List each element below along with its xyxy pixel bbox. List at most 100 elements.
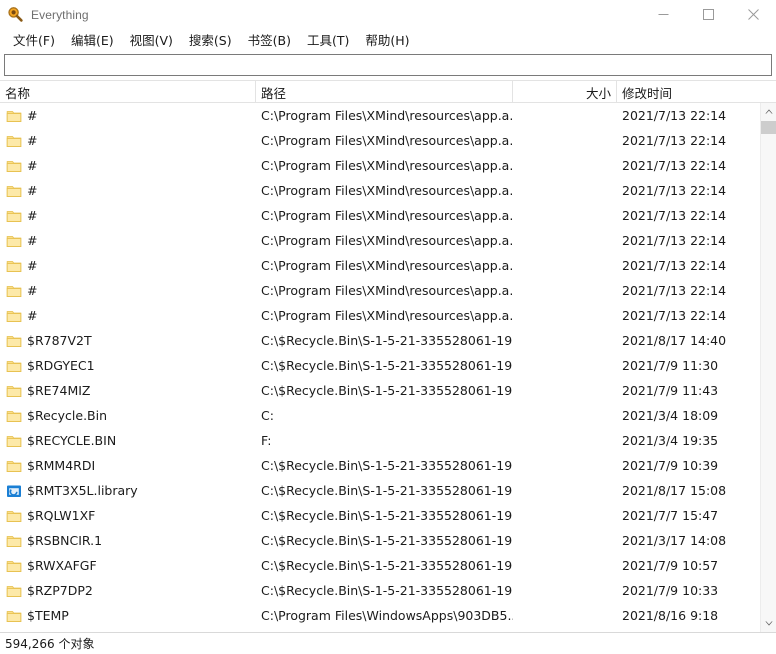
table-row[interactable]: # C:\Program Files\XMind\resources\app.a.…	[0, 303, 760, 328]
cell-size	[513, 203, 617, 228]
folder-icon	[6, 383, 22, 399]
file-name-label: #	[27, 308, 38, 323]
cell-date: 2021/7/13 22:14	[622, 208, 727, 223]
cell-size	[513, 628, 617, 632]
table-row[interactable]: $RZP7DP2 C:\$Recycle.Bin\S-1-5-21-3355280…	[0, 578, 760, 603]
maximize-button[interactable]	[686, 0, 731, 29]
cell-size	[513, 478, 617, 503]
cell-date: 2021/8/13 9:07	[617, 628, 756, 632]
cell-path: C:\Program Files\WindowsApps\903DB5...	[261, 608, 513, 623]
table-row[interactable]: # C:\Program Files\XMind\resources\app.a.…	[0, 178, 760, 203]
scroll-down-button[interactable]	[761, 615, 776, 632]
cell-path: C:\Program Files\XMind\resources\app.a..…	[261, 133, 513, 148]
table-row[interactable]: $Recycle.Bin C: 2021/3/4 18:09	[0, 403, 760, 428]
table-row[interactable]: $TEMP C:\Program Files\WindowsApps\903DB5…	[0, 603, 760, 628]
cell-path: C:\$Recycle.Bin\S-1-5-21-335528061-193..…	[261, 508, 513, 523]
table-row[interactable]: $RMM4RDI C:\$Recycle.Bin\S-1-5-21-3355280…	[0, 453, 760, 478]
cell-size	[513, 528, 617, 553]
table-row[interactable]: # C:\Program Files\XMind\resources\app.a.…	[0, 128, 760, 153]
table-row[interactable]: $RSBNCIR.1 C:\$Recycle.Bin\S-1-5-21-33552…	[0, 528, 760, 553]
cell-size	[513, 453, 617, 478]
cell-path: C:\$Recycle.Bin\S-1-5-21-335528061-193..…	[261, 533, 513, 548]
folder-icon	[6, 433, 22, 449]
status-bar: 594,266 个对象	[0, 632, 776, 654]
table-row[interactable]: # C:\Program Files\XMind\resources\app.a.…	[0, 253, 760, 278]
column-header-name[interactable]: 名称	[0, 81, 256, 103]
folder-icon	[6, 508, 22, 524]
folder-icon	[6, 158, 22, 174]
everything-window: Everything 文件(F) 编辑(E) 视图(V) 搜索(S) 书签(B) 工具(T…	[0, 0, 776, 654]
table-row[interactable]: $RQLW1XF C:\$Recycle.Bin\S-1-5-21-3355280…	[0, 503, 760, 528]
cell-name: $WinREAgent	[0, 628, 256, 632]
table-row[interactable]: # C:\Program Files\XMind\resources\app.a.…	[0, 103, 760, 128]
table-row[interactable]: $RMT3X5L.library C:\$Recycle.Bin\S-1-5-21…	[0, 478, 760, 503]
cell-size	[513, 353, 617, 378]
table-row[interactable]: $WinREAgentC: 2021/8/13 9:07	[0, 628, 760, 632]
table-row[interactable]: # C:\Program Files\XMind\resources\app.a.…	[0, 153, 760, 178]
table-row[interactable]: $RECYCLE.BIN F: 2021/3/4 19:35	[0, 428, 760, 453]
folder-icon	[6, 258, 22, 274]
minimize-button[interactable]	[641, 0, 686, 29]
cell-date: 2021/3/4 18:09	[622, 408, 719, 423]
scroll-thumb[interactable]	[761, 121, 776, 134]
file-name-label: #	[27, 108, 38, 123]
cell-path: C:\$Recycle.Bin\S-1-5-21-335528061-193..…	[261, 383, 513, 398]
file-name-label: #	[27, 183, 38, 198]
table-row[interactable]: $RE74MIZ C:\$Recycle.Bin\S-1-5-21-3355280…	[0, 378, 760, 403]
menu-item-5[interactable]: 书签(B)	[240, 28, 299, 52]
menu-item-7[interactable]: 帮助(H)	[357, 28, 417, 52]
column-header-size[interactable]: 大小	[513, 81, 617, 103]
cell-size	[513, 303, 617, 328]
cell-name: #	[0, 128, 256, 153]
cell-path: C:\$Recycle.Bin\S-1-5-21-335528061-193..…	[261, 558, 513, 573]
column-header-path[interactable]: 路径	[256, 81, 513, 103]
cell-date: 2021/7/13 22:14	[622, 133, 727, 148]
cell-date: 2021/8/16 9:18	[622, 608, 719, 623]
table-row[interactable]: $RDGYEC1 C:\$Recycle.Bin\S-1-5-21-3355280…	[0, 353, 760, 378]
cell-date: 2021/7/9 10:57	[622, 558, 719, 573]
cell-size	[513, 428, 617, 453]
cell-name: $TEMP	[0, 603, 256, 628]
scroll-up-button[interactable]	[761, 103, 776, 120]
cell-size	[513, 553, 617, 578]
cell-name: $RZP7DP2	[0, 578, 256, 603]
cell-date: 2021/3/17 14:08	[622, 533, 727, 548]
table-row[interactable]: # C:\Program Files\XMind\resources\app.a.…	[0, 203, 760, 228]
window-controls	[641, 0, 776, 29]
cell-path: C:	[256, 628, 513, 632]
table-row[interactable]: $R787V2T C:\$Recycle.Bin\S-1-5-21-3355280…	[0, 328, 760, 353]
file-name-label: $TEMP	[27, 608, 69, 623]
column-header-row: 名称 路径 大小 修改时间	[0, 81, 776, 103]
cell-path: C:	[261, 408, 274, 423]
cell-path: C:\Program Files\XMind\resources\app.a..…	[261, 283, 513, 298]
cell-name: $RWXAFGF	[0, 553, 256, 578]
cell-name: $RDGYEC1	[0, 353, 256, 378]
menu-item-6[interactable]: 工具(T)	[299, 28, 357, 52]
cell-path: C:\Program Files\XMind\resources\app.a..…	[261, 108, 513, 123]
table-row[interactable]: $RWXAFGF C:\$Recycle.Bin\S-1-5-21-3355280…	[0, 553, 760, 578]
file-list[interactable]: # C:\Program Files\XMind\resources\app.a.…	[0, 103, 760, 632]
menu-item-1[interactable]: 文件(F)	[5, 28, 63, 52]
cell-name: $RSBNCIR.1	[0, 528, 256, 553]
object-count-label: 594,266 个对象	[5, 637, 95, 651]
search-input[interactable]	[4, 54, 772, 76]
cell-name: #	[0, 303, 256, 328]
menu-item-4[interactable]: 搜索(S)	[181, 28, 240, 52]
table-row[interactable]: # C:\Program Files\XMind\resources\app.a.…	[0, 228, 760, 253]
vertical-scrollbar[interactable]	[760, 103, 776, 632]
table-row[interactable]: # C:\Program Files\XMind\resources\app.a.…	[0, 278, 760, 303]
cell-date: 2021/7/9 10:33	[622, 583, 719, 598]
cell-name: #	[0, 278, 256, 303]
column-header-date[interactable]: 修改时间	[617, 81, 756, 103]
cell-name: $RQLW1XF	[0, 503, 256, 528]
cell-path: C:\$Recycle.Bin\S-1-5-21-335528061-193..…	[261, 583, 513, 598]
cell-size	[513, 503, 617, 528]
cell-date: 2021/8/17 14:40	[622, 333, 727, 348]
menu-item-2[interactable]: 编辑(E)	[63, 28, 122, 52]
file-name-label: $RQLW1XF	[27, 508, 96, 523]
cell-path: F:	[261, 433, 272, 448]
results-panel: 名称 路径 大小 修改时间 # C:\Program Files\XMind\resou…	[0, 80, 776, 632]
menu-item-3[interactable]: 视图(V)	[122, 28, 181, 52]
close-button[interactable]	[731, 0, 776, 29]
cell-name: #	[0, 103, 256, 128]
